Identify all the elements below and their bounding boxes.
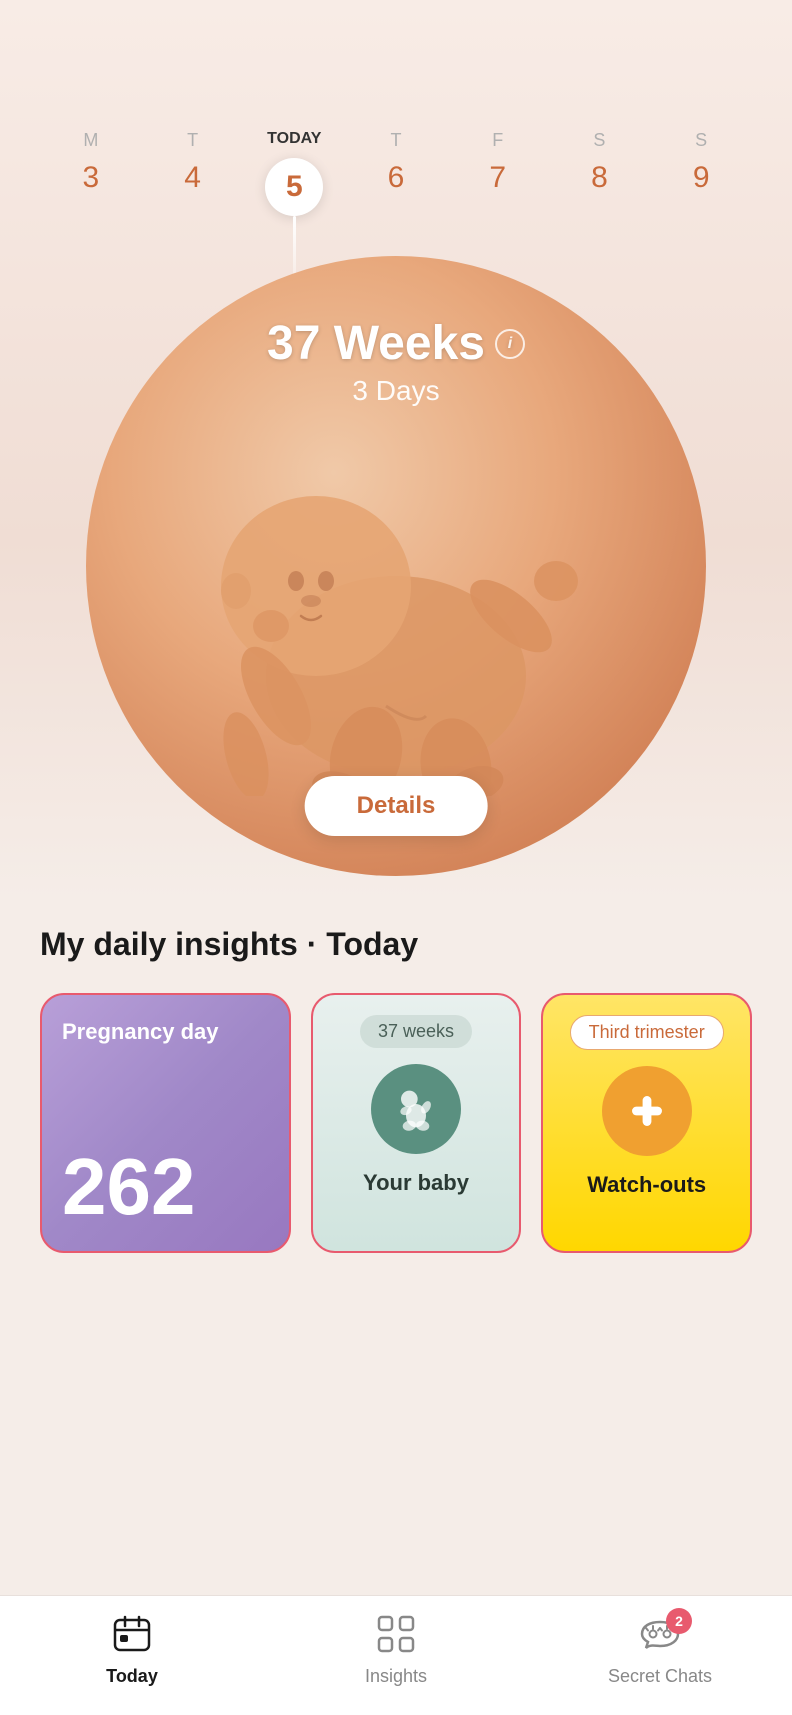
pregnancy-day-label: Pregnancy day (62, 1019, 269, 1045)
card-pregnancy-day[interactable]: Pregnancy day 262 (40, 993, 291, 1253)
day-letter-tue: T (187, 130, 198, 151)
baby-card-title: Your baby (363, 1170, 469, 1216)
nav-secretchats-label: Secret Chats (608, 1666, 712, 1687)
insights-section: My daily insights · Today Pregnancy day … (0, 876, 792, 1283)
day-letter-thu: T (391, 130, 402, 151)
nav-item-secret-chats[interactable]: 2 Secret Chats (528, 1614, 792, 1687)
day-letter-fri: F (492, 130, 503, 151)
nav-today-label: Today (106, 1666, 158, 1687)
details-button[interactable]: Details (305, 776, 488, 836)
today-circle: 5 (265, 158, 323, 216)
day-date-sun: 9 (693, 161, 710, 195)
calendar-day-sun[interactable]: S 9 (650, 130, 752, 195)
insights-cards: Pregnancy day 262 37 weeks (40, 993, 752, 1253)
pregnancy-day-number: 262 (62, 1127, 269, 1227)
nav-item-insights[interactable]: Insights (264, 1614, 528, 1687)
nav-insights-label: Insights (365, 1666, 427, 1687)
calendar-row: M 3 T 4 TODAY 5 T 6 F 7 S 8 (0, 0, 792, 276)
info-icon[interactable]: i (495, 329, 525, 359)
day-date-sat: 8 (591, 161, 608, 195)
baby-illustration (166, 396, 626, 796)
baby-icon (371, 1064, 461, 1154)
nav-secretchats-icon-wrap: 2 (634, 1614, 686, 1658)
day-letter-mon: M (83, 130, 98, 151)
today-icon (110, 1612, 154, 1661)
day-date-tue: 4 (184, 161, 201, 195)
baby-circle-container: 37 Weeks i 3 Days (86, 256, 706, 876)
secret-chats-badge: 2 (666, 1608, 692, 1634)
card-watchouts[interactable]: Third trimester Watch-outs (541, 993, 752, 1253)
day-date-thu: 6 (388, 161, 405, 195)
day-letter-sun: S (695, 130, 707, 151)
day-letter-today: TODAY (267, 130, 321, 148)
pregnancy-weeks-label: 37 Weeks i (267, 316, 525, 371)
nav-today-icon-wrap (106, 1614, 158, 1658)
bottom-nav: Today Insights (0, 1595, 792, 1715)
day-date-fri: 7 (489, 161, 506, 195)
nav-insights-icon-wrap (370, 1614, 422, 1658)
baby-weeks-tag: 37 weeks (360, 1015, 472, 1048)
card-your-baby[interactable]: 37 weeks Your baby (311, 993, 522, 1253)
calendar-day-fri[interactable]: F 7 (447, 130, 549, 195)
insights-icon (374, 1612, 418, 1661)
baby-circle: 37 Weeks i 3 Days (86, 256, 706, 876)
watchouts-icon (602, 1066, 692, 1156)
insights-title: My daily insights · Today (40, 926, 752, 963)
watchouts-title: Watch-outs (587, 1172, 706, 1218)
day-date-mon: 3 (83, 161, 100, 195)
calendar-day-today[interactable]: TODAY 5 (243, 130, 345, 276)
calendar-day-mon[interactable]: M 3 (40, 130, 142, 195)
watchouts-badge: Third trimester (570, 1015, 724, 1050)
nav-item-today[interactable]: Today (0, 1614, 264, 1687)
calendar-day-sat[interactable]: S 8 (549, 130, 651, 195)
calendar-day-tue[interactable]: T 4 (142, 130, 244, 195)
calendar-day-thu[interactable]: T 6 (345, 130, 447, 195)
day-letter-sat: S (593, 130, 605, 151)
